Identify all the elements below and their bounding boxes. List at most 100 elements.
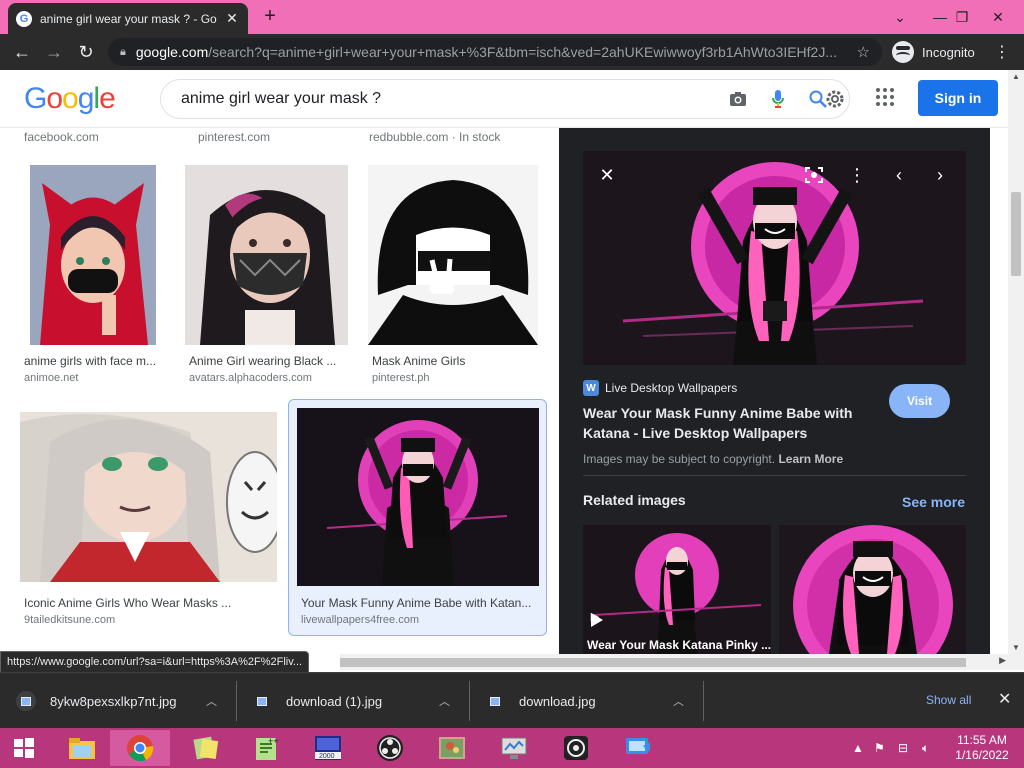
google-favicon-icon: G — [16, 10, 32, 27]
download-item[interactable]: download.jpg — [485, 673, 596, 729]
result-caption[interactable]: anime girls with face m... — [24, 354, 164, 368]
screen-recorder-icon[interactable] — [608, 730, 668, 766]
sticky-notes-icon[interactable] — [176, 730, 236, 766]
image-results-grid: facebook.com pinterest.com redbubble.com… — [0, 128, 558, 654]
volume-muted-icon[interactable]: 🔈︎ — [922, 728, 929, 768]
camera-app-icon[interactable] — [546, 730, 606, 766]
result-source[interactable]: redbubble.com · In stock — [369, 130, 500, 144]
start-button[interactable] — [0, 730, 48, 766]
download-options-chevron-icon[interactable]: ︿ — [439, 673, 450, 729]
scroll-right-arrow-icon[interactable]: ▶ — [999, 655, 1006, 666]
previous-image-icon[interactable]: ‹ — [887, 163, 911, 187]
google-header: Google Sign in — [0, 70, 1008, 128]
incognito-indicator[interactable]: Incognito — [892, 40, 975, 64]
tab-strip: G anime girl wear your mask ? - Go ✕ + ⌄… — [0, 0, 1024, 34]
image-file-icon — [16, 691, 36, 711]
result-caption[interactable]: Mask Anime Girls — [372, 354, 532, 368]
incognito-icon — [892, 41, 914, 63]
system-clock[interactable]: 11:55 AM 1/16/2022 — [952, 733, 1012, 763]
bookmark-star-icon[interactable]: ☆ — [857, 43, 870, 61]
chrome-icon[interactable] — [110, 730, 170, 766]
windows-taskbar: ++ 2000 ▲ ⚑ ⊟ 🔈︎ 11:55 AM 1/16/2022 — [0, 728, 1024, 768]
result-thumbnail[interactable] — [368, 165, 538, 345]
tray-overflow-icon[interactable]: ▲ — [852, 728, 864, 768]
file-explorer-icon[interactable] — [52, 730, 112, 766]
download-options-chevron-icon[interactable]: ︿ — [206, 673, 217, 729]
google-apps-icon[interactable] — [876, 88, 894, 106]
result-caption[interactable]: Anime Girl wearing Black ... — [189, 354, 344, 368]
search-input[interactable] — [181, 90, 713, 108]
action-center-flag-icon[interactable]: ⚑ — [874, 728, 885, 768]
reload-button[interactable]: ↻ — [70, 36, 102, 68]
related-image[interactable] — [583, 525, 771, 654]
tab-search-chevron-icon[interactable]: ⌄ — [878, 0, 922, 34]
search-box — [160, 79, 850, 119]
horizontal-scrollbar[interactable]: ▶ — [340, 654, 1024, 670]
scroll-down-arrow-icon[interactable]: ▼ — [1012, 643, 1020, 652]
close-downloads-shelf-icon[interactable]: ✕ — [998, 689, 1011, 709]
app-2000-icon[interactable]: 2000 — [298, 730, 358, 766]
result-source[interactable]: 9tailedkitsune.com — [24, 614, 115, 626]
scrollbar-thumb[interactable] — [1011, 192, 1021, 276]
related-images-heading: Related images — [583, 492, 686, 508]
close-preview-icon[interactable]: ✕ — [595, 163, 619, 187]
sign-in-button[interactable]: Sign in — [918, 80, 998, 116]
picture-app-icon[interactable] — [422, 730, 482, 766]
result-thumbnail[interactable] — [297, 408, 539, 586]
obs-studio-icon[interactable] — [360, 730, 420, 766]
horizontal-scrollbar-thumb[interactable] — [340, 658, 966, 667]
result-caption[interactable]: Your Mask Funny Anime Babe with Katan... — [301, 596, 541, 610]
learn-more-link[interactable]: Learn More — [778, 452, 843, 466]
result-source[interactable]: avatars.alphacoders.com — [189, 372, 312, 384]
result-thumbnail[interactable] — [30, 165, 156, 345]
google-lens-icon[interactable] — [802, 163, 826, 187]
network-icon[interactable]: ⊟ — [898, 728, 908, 768]
visit-button[interactable]: Visit — [889, 384, 950, 418]
monitor-app-icon[interactable] — [484, 730, 544, 766]
result-source[interactable]: facebook.com — [24, 130, 99, 144]
copyright-notice: Images may be subject to copyright. Lear… — [583, 452, 844, 466]
show-all-downloads-link[interactable]: Show all — [926, 693, 971, 707]
new-tab-button[interactable]: + — [258, 5, 282, 28]
result-source[interactable]: livewallpapers4free.com — [301, 614, 419, 626]
window-close-button[interactable]: ✕ — [976, 0, 1020, 34]
download-options-chevron-icon[interactable]: ︿ — [673, 673, 684, 729]
next-image-icon[interactable]: › — [928, 163, 952, 187]
preview-site[interactable]: W Live Desktop Wallpapers — [583, 380, 737, 396]
forward-button[interactable]: → — [38, 36, 70, 68]
tab-close-icon[interactable]: ✕ — [224, 10, 240, 27]
image-preview-panel: ✕ ⋮ ‹ › W Live Desktop Wallpapers Wear Y… — [559, 128, 990, 654]
browser-tab[interactable]: G anime girl wear your mask ? - Go ✕ — [8, 3, 248, 34]
result-thumbnail[interactable] — [20, 412, 277, 582]
settings-gear-icon[interactable] — [820, 84, 850, 114]
more-options-icon[interactable]: ⋮ — [845, 163, 869, 187]
result-thumbnail[interactable] — [185, 165, 348, 345]
download-filename: 8ykw8pexsxlkp7nt.jpg — [50, 693, 177, 709]
download-item[interactable]: 8ykw8pexsxlkp7nt.jpg — [16, 673, 176, 729]
result-source[interactable]: animoe.net — [24, 372, 78, 384]
preview-title[interactable]: Wear Your Mask Funny Anime Babe with Kat… — [583, 403, 873, 443]
notepad-plus-plus-icon[interactable]: ++ — [236, 730, 296, 766]
camera-search-icon[interactable] — [723, 84, 753, 114]
download-filename: download.jpg — [519, 693, 596, 709]
related-caption[interactable]: Wear Your Mask Katana Pinky ... — [587, 638, 771, 652]
vertical-scrollbar[interactable]: ▲ ▼ — [1008, 70, 1024, 654]
result-source[interactable]: pinterest.com — [198, 130, 270, 144]
microphone-icon[interactable] — [763, 84, 793, 114]
result-source[interactable]: pinterest.ph — [372, 372, 429, 384]
lock-icon[interactable]: 🔒︎ — [120, 46, 126, 59]
scroll-up-arrow-icon[interactable]: ▲ — [1012, 72, 1020, 81]
address-bar[interactable]: 🔒︎ google.com/search?q=anime+girl+wear+y… — [108, 38, 882, 66]
browser-toolbar: ← → ↻ 🔒︎ google.com/search?q=anime+girl+… — [0, 34, 1024, 70]
see-more-link[interactable]: See more — [902, 494, 965, 510]
tab-title: anime girl wear your mask ? - Go — [40, 11, 217, 26]
result-caption[interactable]: Iconic Anime Girls Who Wear Masks ... — [24, 596, 274, 610]
chrome-menu-icon[interactable]: ⋮ — [992, 42, 1012, 62]
divider — [583, 475, 966, 476]
google-logo[interactable]: Google — [24, 82, 116, 116]
download-item[interactable]: download (1).jpg — [252, 673, 382, 729]
image-file-icon — [485, 691, 505, 711]
related-image[interactable] — [779, 525, 966, 654]
clock-time: 11:55 AM — [957, 733, 1007, 747]
back-button[interactable]: ← — [6, 36, 38, 68]
